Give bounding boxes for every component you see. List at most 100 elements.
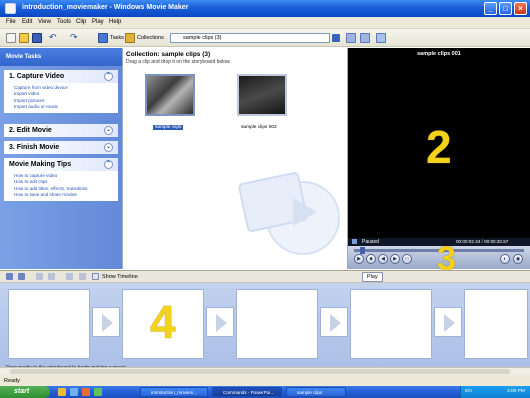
- storyboard-cell[interactable]: [236, 289, 318, 359]
- set-audio-levels-icon[interactable]: [6, 273, 13, 280]
- movie-making-tips-section: Movie Making Tips ⌃ How to capture video…: [4, 158, 118, 202]
- playback-time: 00:00:02.34 / 00:00:20.57: [456, 239, 509, 244]
- maximize-button[interactable]: □: [499, 2, 512, 15]
- stop-icon[interactable]: ■: [366, 254, 376, 264]
- clip-thumbnail[interactable]: [145, 74, 195, 116]
- menu-play[interactable]: Play: [92, 19, 104, 25]
- collections-button[interactable]: Collections: [137, 35, 164, 41]
- taskbar-window-sample-clips[interactable]: sample clips: [286, 387, 346, 397]
- collapse-chevron-icon[interactable]: ⌃: [104, 72, 113, 81]
- menu-help[interactable]: Help: [109, 19, 121, 25]
- taskbar-window-moviemaker[interactable]: introduction_moviem...: [140, 387, 208, 397]
- menu-bar: File Edit View Tools Clip Play Help: [0, 17, 530, 29]
- minimize-button[interactable]: _: [484, 2, 497, 15]
- capture-video-section: 1. Capture Video ⌃ Capture from video de…: [4, 70, 118, 114]
- collapse-chevron-icon[interactable]: ⌃: [104, 160, 113, 169]
- storyboard-cell[interactable]: [8, 289, 90, 359]
- play-icon[interactable]: ▶: [354, 254, 364, 264]
- tasks-icon[interactable]: [98, 33, 108, 43]
- clip-item[interactable]: sample clips 002: [237, 74, 289, 130]
- up-level-icon[interactable]: [346, 33, 356, 43]
- transition-cell[interactable]: [320, 307, 348, 337]
- transition-cell[interactable]: [434, 307, 462, 337]
- zoom-out-icon[interactable]: [48, 273, 55, 280]
- status-icon: [352, 239, 357, 244]
- collection-pane: Collection: sample clips (3) Drag a clip…: [122, 48, 348, 269]
- preview-monitor: sample clips 001 2 Paused 00:00:02.34 / …: [348, 48, 530, 269]
- split-clip-icon[interactable]: ◐: [500, 254, 510, 264]
- menu-view[interactable]: View: [38, 19, 51, 25]
- window-title: introduction_moviemaker - Windows Movie …: [22, 4, 189, 11]
- section-header[interactable]: 3. Finish Movie ⌄: [4, 141, 118, 154]
- menu-edit[interactable]: Edit: [22, 19, 32, 25]
- preview-title: sample clips 001: [417, 51, 461, 57]
- task-link[interactable]: Import audio or music: [14, 104, 118, 110]
- rewind-storyboard-icon[interactable]: [66, 273, 73, 280]
- menu-clip[interactable]: Clip: [76, 19, 86, 25]
- app-icon: [5, 3, 16, 14]
- seek-handle[interactable]: [360, 247, 365, 254]
- transition-cell[interactable]: [92, 307, 120, 337]
- close-button[interactable]: ×: [514, 2, 527, 15]
- language-indicator[interactable]: EN: [465, 389, 472, 394]
- open-project-icon[interactable]: [19, 33, 29, 43]
- collection-dropdown[interactable]: sample clips (3): [170, 33, 330, 43]
- zoom-in-icon[interactable]: [36, 273, 43, 280]
- scrollbar-thumb[interactable]: [10, 369, 510, 374]
- section-header[interactable]: 1. Capture Video ⌃: [4, 70, 118, 83]
- transition-cell[interactable]: [206, 307, 234, 337]
- section-header[interactable]: Movie Making Tips ⌃: [4, 158, 118, 171]
- section-title: Movie Making Tips: [9, 161, 72, 168]
- narrate-icon[interactable]: [18, 273, 25, 280]
- horizontal-scrollbar[interactable]: [0, 367, 530, 375]
- quick-launch-icon[interactable]: [58, 388, 66, 396]
- clip-thumbnail[interactable]: [237, 74, 287, 116]
- system-tray: EN 3:00 PM: [460, 386, 530, 398]
- clip-label: sample clips 002: [241, 125, 277, 130]
- save-project-icon[interactable]: [32, 33, 42, 43]
- section-title: 2. Edit Movie: [9, 127, 52, 134]
- task-link[interactable]: How to save and share movies: [14, 192, 118, 198]
- taskbar-window-powerpoint[interactable]: Commands - PowerPoi...: [212, 387, 282, 397]
- show-timeline-button[interactable]: Show Timeline: [102, 274, 138, 280]
- movie-tasks-pane: Movie Tasks 1. Capture Video ⌃ Capture f…: [0, 48, 122, 269]
- storyboard-cell[interactable]: [350, 289, 432, 359]
- quick-launch-icon[interactable]: [82, 388, 90, 396]
- section-title: 1. Capture Video: [9, 73, 65, 80]
- finish-movie-section: 3. Finish Movie ⌄: [4, 141, 118, 154]
- quick-launch-icon[interactable]: [70, 388, 78, 396]
- redo-icon[interactable]: ↷: [70, 33, 80, 43]
- menu-file[interactable]: File: [6, 19, 16, 25]
- timeline-icon[interactable]: [92, 273, 99, 280]
- status-bar: Ready: [0, 375, 530, 386]
- clip-item[interactable]: sample clips: [145, 74, 197, 130]
- take-picture-icon[interactable]: ◉: [513, 254, 523, 264]
- title-bar: introduction_moviemaker - Windows Movie …: [0, 0, 530, 17]
- quick-launch-icon[interactable]: [94, 388, 102, 396]
- next-frame-icon[interactable]: ▶: [390, 254, 400, 264]
- start-button[interactable]: start: [0, 386, 50, 398]
- expand-chevron-icon[interactable]: ⌄: [104, 126, 113, 135]
- new-project-icon[interactable]: [6, 33, 16, 43]
- previous-frame-icon[interactable]: ◀: [378, 254, 388, 264]
- windows-taskbar: start introduction_moviem... Commands - …: [0, 386, 530, 398]
- callout-number-2: 2: [426, 121, 452, 173]
- dropdown-arrow-icon[interactable]: [332, 34, 340, 42]
- collections-icon[interactable]: [125, 33, 135, 43]
- new-collection-icon[interactable]: [360, 33, 370, 43]
- play-storyboard-icon[interactable]: [79, 273, 86, 280]
- callout-number-4: 4: [150, 296, 176, 348]
- storyboard: 4 Drag media to the storyboard to begin …: [0, 283, 530, 377]
- undo-icon[interactable]: ↶: [49, 33, 59, 43]
- views-icon[interactable]: [376, 33, 386, 43]
- tasks-button[interactable]: Tasks: [110, 35, 124, 41]
- expand-chevron-icon[interactable]: ⌄: [104, 143, 113, 152]
- fullscreen-icon[interactable]: □: [402, 254, 412, 264]
- menu-tools[interactable]: Tools: [57, 19, 71, 25]
- film-reel-watermark-icon: [238, 172, 340, 255]
- play-button[interactable]: Play: [362, 272, 383, 282]
- section-header[interactable]: 2. Edit Movie ⌄: [4, 124, 118, 137]
- clock: 3:00 PM: [507, 389, 525, 394]
- storyboard-cell[interactable]: [464, 289, 528, 359]
- clip-label: sample clips: [153, 125, 184, 130]
